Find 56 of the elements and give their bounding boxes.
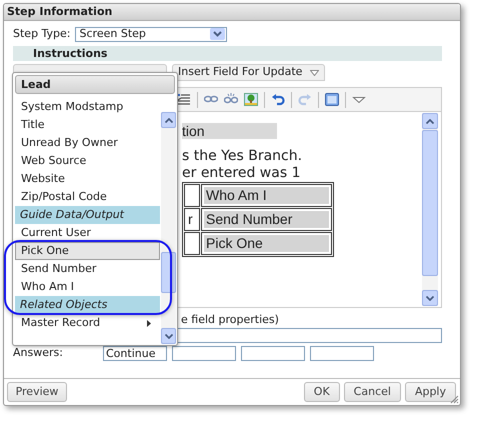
editor-text: er entered was 1 [182,165,302,182]
menu-item[interactable]: Zip/Postal Code [15,188,160,206]
menu-item[interactable]: Pick One [15,242,160,260]
table-cell: Send Number [204,211,329,228]
help-text: e field properties) [181,313,279,326]
preview-button[interactable]: Preview [7,382,67,402]
menu-section-header: Guide Data/Output [15,206,160,224]
menu-item[interactable]: Web Source [15,152,160,170]
scroll-up-button[interactable] [161,112,176,128]
ok-button[interactable]: OK [304,382,340,402]
broken-link-icon[interactable] [224,93,238,106]
scroll-down-button[interactable] [422,290,438,306]
input-field[interactable] [310,346,374,360]
scroll-thumb[interactable] [422,130,438,276]
editor-text: tion [182,123,205,139]
dropdown-title: Lead [21,78,51,91]
menu-item[interactable]: Current User [15,224,160,242]
scroll-up-button[interactable] [422,113,438,129]
chevron-up-icon [426,118,434,124]
menu-item[interactable]: Send Number [15,260,160,278]
cancel-button[interactable]: Cancel [344,382,401,402]
step-type-select[interactable]: Screen Step [74,26,227,42]
menu-item[interactable]: Who Am I [15,278,160,296]
table-cell: Pick One [204,235,329,252]
dialog-title: Step Information [4,4,460,21]
resize-grip-icon[interactable] [450,395,459,404]
step-type-label: Step Type: [13,26,71,42]
scroll-down-button[interactable] [161,328,176,344]
menu-item[interactable]: System Modstamp [15,98,160,116]
chevron-up-icon [164,118,172,122]
menu-section-header: Related Objects [15,296,160,314]
window-icon[interactable] [325,93,339,106]
section-title: Instructions [33,47,108,60]
input-field[interactable] [172,346,236,360]
input-field[interactable] [241,346,305,360]
image-icon[interactable] [244,93,258,106]
table-cell: r [184,208,200,231]
menu-item[interactable]: Unread By Owner [15,134,160,152]
chevron-down-icon [426,296,434,300]
editor-text: s the Yes Branch. [182,148,304,165]
caret-icon [310,70,320,76]
menu-item[interactable]: Master Record [15,314,160,332]
menu-item[interactable]: Title [15,116,160,134]
chevron-down-icon [164,334,172,338]
caret-icon [210,28,225,40]
scrollbar[interactable] [161,112,176,344]
answers-label: Answers: [13,344,64,361]
apply-button[interactable]: Apply [404,382,456,402]
undo-icon[interactable] [271,93,285,106]
tab[interactable]: Insert Field For Update [172,64,326,81]
menu-item[interactable]: Website [15,170,160,188]
table-cell: Who Am I [204,187,329,204]
indent-icon[interactable] [177,93,191,106]
scrollbar[interactable] [422,113,438,306]
input-field[interactable]: Continue [103,346,167,360]
submenu-arrow-icon [147,320,151,326]
